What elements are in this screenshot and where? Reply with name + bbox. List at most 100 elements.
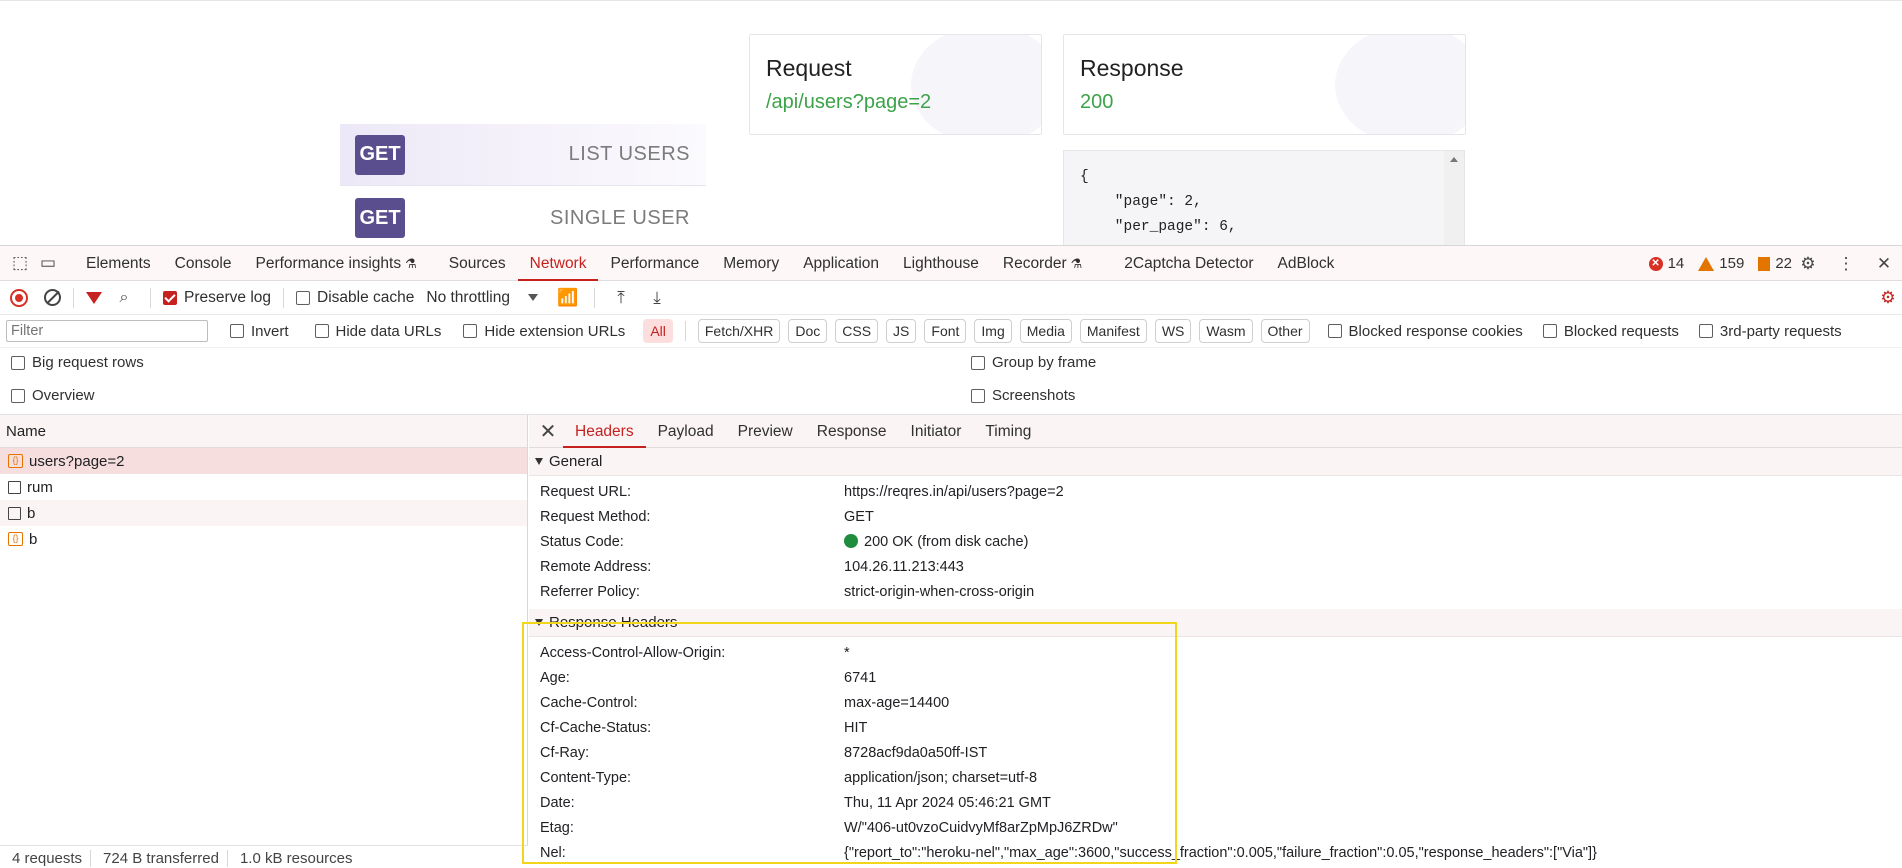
endpoint-list-users[interactable]: GET LIST USERS: [340, 124, 706, 186]
type-filter-media[interactable]: Media: [1019, 319, 1072, 343]
close-icon[interactable]: ✕: [533, 419, 563, 444]
tab-adblock[interactable]: AdBlock: [1266, 246, 1347, 281]
type-filter-all[interactable]: All: [643, 319, 673, 343]
type-filter-fetch-xhr[interactable]: Fetch/XHR: [697, 319, 781, 343]
tab-preview[interactable]: Preview: [726, 415, 805, 448]
tab-recorder[interactable]: Recorder ⚗: [991, 246, 1094, 281]
devtools-main-tabs: ⬚ ▭ Elements Console Performance insight…: [0, 246, 1902, 281]
flask-icon: ⚗: [405, 255, 417, 271]
blocked-response-cookies-checkbox[interactable]: Blocked response cookies: [1327, 323, 1523, 340]
tab-performance-insights[interactable]: Performance insights ⚗: [244, 246, 429, 281]
endpoint-name: SINGLE USER: [550, 206, 690, 229]
disable-cache-checkbox[interactable]: Disable cache: [296, 289, 414, 307]
checkbox-box[interactable]: [11, 388, 25, 403]
issue-counters[interactable]: ✕ 14 159 22: [1648, 246, 1792, 281]
clear-log-icon[interactable]: [44, 289, 61, 306]
device-toolbar-icon[interactable]: ▭: [34, 249, 62, 277]
devtools-top-right: ⚙ ⋮ ✕: [1794, 246, 1902, 281]
third-party-requests-checkbox[interactable]: 3rd-party requests: [1698, 323, 1842, 340]
tab-network[interactable]: Network: [517, 246, 599, 281]
type-filter-wasm[interactable]: Wasm: [1199, 319, 1253, 343]
inspect-element-icon[interactable]: ⬚: [6, 249, 34, 277]
invert-checkbox[interactable]: Invert: [230, 323, 289, 340]
filter-funnel-icon[interactable]: [86, 291, 102, 304]
filter-input[interactable]: [6, 320, 208, 342]
response-headers-section-header[interactable]: Response Headers: [529, 609, 1902, 637]
tab-console[interactable]: Console: [163, 246, 244, 281]
checkbox-label: Invert: [251, 322, 289, 340]
tab-memory[interactable]: Memory: [711, 246, 791, 281]
export-har-icon[interactable]: ⤓: [643, 284, 671, 312]
network-settings-gear-icon[interactable]: ⚙: [1874, 284, 1902, 312]
more-options-icon[interactable]: ⋮: [1832, 250, 1860, 278]
tab-payload[interactable]: Payload: [646, 415, 726, 448]
checkbox-box[interactable]: [230, 324, 244, 338]
checkbox-box[interactable]: [1698, 324, 1713, 338]
tab-elements[interactable]: Elements: [74, 246, 163, 281]
code-scrollbar[interactable]: [1444, 151, 1464, 245]
request-row[interactable]: b: [0, 500, 527, 526]
record-stop-icon[interactable]: [10, 288, 28, 307]
tab-timing[interactable]: Timing: [973, 415, 1043, 448]
network-options: Big request rows Group by frame Overview…: [0, 348, 1902, 414]
big-request-rows-checkbox[interactable]: Big request rows: [11, 354, 144, 371]
chevron-down-icon: [527, 294, 538, 301]
type-filter-other[interactable]: Other: [1260, 319, 1310, 343]
screenshots-checkbox[interactable]: Screenshots: [971, 387, 1075, 404]
tab-headers[interactable]: Headers: [563, 415, 646, 448]
throttling-select[interactable]: No throttling: [426, 289, 538, 307]
tab-2captcha-detector[interactable]: 2Captcha Detector: [1112, 246, 1265, 281]
type-filter-img[interactable]: Img: [974, 319, 1012, 343]
overview-checkbox[interactable]: Overview: [11, 387, 95, 404]
tab-lighthouse[interactable]: Lighthouse: [891, 246, 991, 281]
error-counter[interactable]: ✕ 14: [1648, 255, 1684, 272]
checkbox-box[interactable]: [971, 355, 985, 370]
request-row[interactable]: {} b: [0, 526, 527, 552]
tab-sources[interactable]: Sources: [437, 246, 518, 281]
tab-response[interactable]: Response: [805, 415, 899, 448]
xhr-icon: {}: [8, 454, 23, 468]
checkbox-box[interactable]: [296, 290, 311, 305]
general-section-header[interactable]: General: [529, 448, 1902, 476]
devtools-panel: ⬚ ▭ Elements Console Performance insight…: [0, 245, 1902, 868]
request-row[interactable]: {} users?page=2: [0, 448, 527, 474]
type-filter-ws[interactable]: WS: [1154, 319, 1192, 343]
request-name: users?page=2: [29, 452, 125, 470]
request-row[interactable]: rum: [0, 474, 527, 500]
tab-initiator[interactable]: Initiator: [899, 415, 974, 448]
checkbox-box[interactable]: [163, 290, 177, 305]
checkbox-box[interactable]: [314, 324, 329, 338]
preserve-log-checkbox[interactable]: Preserve log: [163, 289, 271, 307]
type-filter-css[interactable]: CSS: [835, 319, 879, 343]
status-text: 200 OK (from disk cache): [864, 533, 1029, 550]
blocked-requests-checkbox[interactable]: Blocked requests: [1542, 323, 1679, 340]
type-filter-js[interactable]: JS: [886, 319, 917, 343]
flask-icon: ⚗: [1070, 255, 1083, 271]
type-filter-manifest[interactable]: Manifest: [1079, 319, 1147, 343]
checkbox-box[interactable]: [1542, 324, 1557, 338]
search-icon[interactable]: ⌕: [110, 284, 138, 312]
import-har-icon[interactable]: ⤒: [607, 284, 635, 312]
checkbox-box[interactable]: [11, 355, 25, 370]
network-status-bar: 4 requests 724 B transferred 1.0 kB reso…: [0, 845, 528, 868]
group-by-frame-checkbox[interactable]: Group by frame: [971, 354, 1096, 371]
close-devtools-icon[interactable]: ✕: [1870, 250, 1898, 278]
issues-counter[interactable]: 22: [1758, 255, 1792, 272]
type-filter-doc[interactable]: Doc: [788, 319, 828, 343]
filter-divider: [684, 321, 686, 341]
checkbox-label: Big request rows: [32, 354, 144, 371]
name-column-header[interactable]: Name: [0, 415, 527, 448]
network-conditions-icon[interactable]: 📶: [554, 284, 582, 312]
tab-performance[interactable]: Performance: [598, 246, 711, 281]
warning-counter[interactable]: 159: [1698, 255, 1744, 272]
header-key: Etag:: [540, 819, 574, 836]
checkbox-box[interactable]: [463, 324, 478, 338]
hide-data-urls-checkbox[interactable]: Hide data URLs: [314, 323, 441, 340]
hide-extension-urls-checkbox[interactable]: Hide extension URLs: [463, 323, 625, 340]
checkbox-box[interactable]: [1327, 324, 1342, 338]
checkbox-box[interactable]: [971, 388, 985, 403]
settings-gear-icon[interactable]: ⚙: [1794, 250, 1822, 278]
type-filter-font[interactable]: Font: [924, 319, 967, 343]
endpoint-single-user[interactable]: GET SINGLE USER: [340, 187, 706, 245]
tab-application[interactable]: Application: [791, 246, 891, 281]
